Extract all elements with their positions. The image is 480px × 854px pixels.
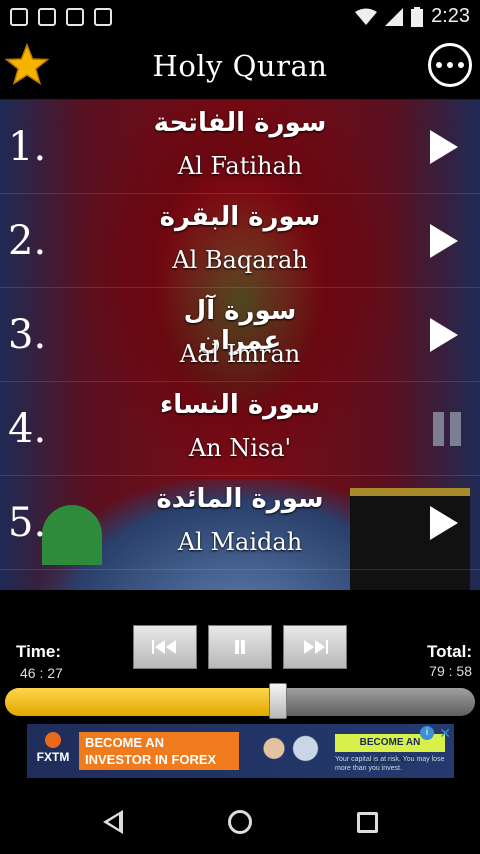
home-icon[interactable]: [227, 810, 252, 834]
ad-illustration: [247, 730, 337, 776]
surah-row[interactable]: 5. سورة المائدة Al Maidah: [0, 476, 480, 570]
surah-row[interactable]: 2. سورة البقرة Al Baqarah: [0, 194, 480, 288]
android-icon: [10, 7, 28, 26]
ad-brand: FXTM: [36, 750, 70, 764]
system-nav-bar: [0, 790, 480, 854]
pause-button[interactable]: [208, 625, 272, 669]
more-options-button[interactable]: [428, 43, 472, 87]
signal-icon: [385, 7, 404, 26]
fxtm-logo-icon: [45, 732, 61, 748]
back-icon[interactable]: [102, 810, 123, 834]
surah-arabic-name: سورة المائدة: [156, 484, 324, 514]
total-label: Total:: [426, 642, 472, 661]
battery-icon: [411, 6, 424, 27]
ad-logo: FXTM: [33, 732, 73, 764]
elapsed-time: 46 : 27: [20, 665, 63, 681]
seek-thumb[interactable]: [268, 683, 287, 719]
surah-arabic-name: سورة البقرة: [159, 202, 321, 232]
surah-number: 5.: [8, 500, 47, 546]
surah-number: 4.: [8, 406, 47, 452]
surah-english-name: Aal Imran: [179, 340, 301, 368]
seek-progress: [5, 688, 278, 716]
play-icon[interactable]: [430, 130, 458, 164]
wifi-icon: [355, 8, 378, 25]
surah-number: 1.: [8, 124, 47, 170]
seek-bar[interactable]: [5, 688, 475, 716]
surah-english-name: Al Baqarah: [172, 246, 308, 274]
media-icon: [94, 7, 112, 26]
more-icon: [436, 62, 442, 68]
total-time: 79 : 58: [429, 663, 472, 679]
pause-icon: [235, 640, 245, 654]
surah-english-name: Al Maidah: [177, 528, 303, 556]
surah-row[interactable]: 3. سورة آل عمران Aal Imran: [0, 288, 480, 382]
app-header: Holy Quran: [0, 33, 480, 100]
play-icon[interactable]: [430, 506, 458, 540]
surah-arabic-name: سورة النساء: [159, 390, 321, 420]
clock: 2:23: [431, 5, 470, 27]
surah-row[interactable]: 4. سورة النساء An Nisa': [0, 382, 480, 476]
ad-info-icon[interactable]: i: [420, 726, 434, 740]
pause-icon[interactable]: [430, 412, 464, 446]
page-title: Holy Quran: [152, 49, 328, 83]
ad-banner[interactable]: FXTM BECOME AN INVESTOR IN FOREX BECOME …: [27, 724, 454, 778]
surah-english-name: Al Fatihah: [177, 152, 303, 180]
time-label: Time:: [16, 642, 62, 661]
clipboard-check-icon: [66, 7, 84, 26]
skip-back-icon: [152, 640, 176, 654]
surah-english-name: An Nisa': [188, 434, 292, 462]
ad-close-icon[interactable]: ✕: [439, 725, 451, 742]
surah-row[interactable]: 1. سورة الفاتحة Al Fatihah: [0, 100, 480, 194]
play-icon[interactable]: [430, 318, 458, 352]
recent-apps-icon[interactable]: [356, 811, 378, 833]
notification-icons: [10, 7, 112, 26]
skip-forward-icon: [304, 640, 328, 654]
status-bar: 2:23: [0, 0, 480, 33]
surah-list[interactable]: 1. سورة الفاتحة Al Fatihah 2. سورة البقر…: [0, 100, 480, 590]
ad-headline: BECOME AN INVESTOR IN FOREX: [79, 732, 239, 770]
next-button[interactable]: [283, 625, 347, 669]
surah-number: 3.: [8, 312, 47, 358]
previous-button[interactable]: [133, 625, 197, 669]
surah-number: 2.: [8, 218, 47, 264]
play-icon[interactable]: [430, 224, 458, 258]
surah-arabic-name: سورة الفاتحة: [153, 108, 327, 138]
player-controls: Time: 46 : 27 Total: 79 : 58: [0, 590, 480, 724]
clipboard-check-icon: [38, 7, 56, 26]
ad-disclaimer: Your capital is at risk. You may lose mo…: [335, 756, 445, 772]
star-icon[interactable]: [4, 42, 50, 88]
